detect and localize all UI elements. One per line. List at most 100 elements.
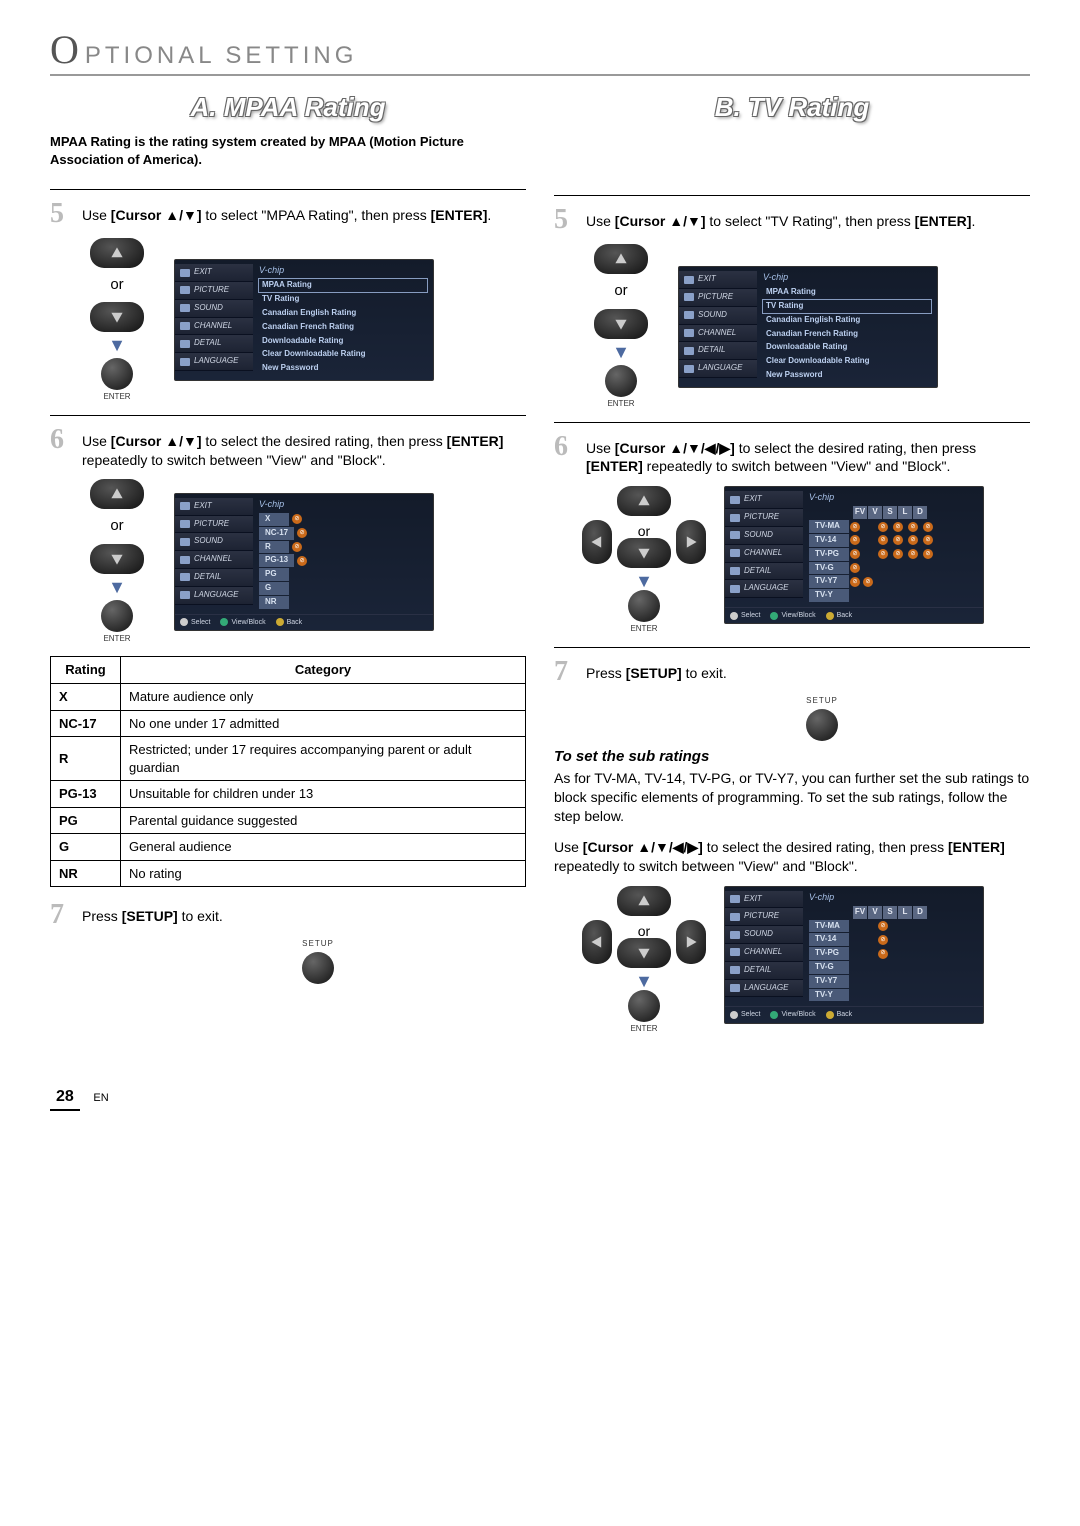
col-header: L <box>898 506 912 519</box>
t: to select "TV Rating", then press <box>706 213 915 229</box>
block-icon: ⊘ <box>878 935 888 945</box>
t: Use <box>586 213 615 229</box>
sidebar-item: CHANNEL <box>725 545 803 563</box>
sidebar-item: EXIT <box>175 264 253 282</box>
page-lang: EN <box>93 1092 108 1104</box>
enter-button[interactable] <box>101 358 133 390</box>
step-number: 5 <box>554 206 578 234</box>
menu-icon <box>180 322 190 330</box>
or-label: or <box>110 516 123 536</box>
menu-icon <box>730 948 740 956</box>
menu-icon <box>180 556 190 564</box>
sidebar-item: CHANNEL <box>725 944 803 962</box>
rating-row: TV-G <box>809 961 977 974</box>
t: Press <box>82 908 122 924</box>
enter-button[interactable] <box>628 990 660 1022</box>
sidebar-item: SOUND <box>679 307 757 325</box>
block-icon: ⊘ <box>850 563 860 573</box>
rating-category: Parental guidance suggested <box>121 807 526 834</box>
cursor-down-button[interactable] <box>90 302 144 332</box>
menu-icon <box>180 502 190 510</box>
menu-option: MPAA Rating <box>763 286 931 299</box>
cursor-down-button[interactable] <box>594 309 648 339</box>
menu-icon <box>730 913 740 921</box>
block-icon: ⊘ <box>297 528 307 538</box>
sidebar-item: SOUND <box>175 300 253 318</box>
menu-icon <box>730 531 740 539</box>
remote-up-down: or ▼ ENTER <box>90 479 144 644</box>
select-dot-icon <box>730 612 738 620</box>
step-number: 7 <box>554 658 578 686</box>
cursor-right-button[interactable] <box>676 520 706 564</box>
block-icon: ⊘ <box>908 535 918 545</box>
cursor-up-button[interactable] <box>617 486 671 516</box>
step-number: 5 <box>50 200 74 228</box>
t: to exit. <box>682 665 727 681</box>
section-a-title: A. MPAA Rating <box>50 90 526 125</box>
enter-label: ENTER <box>103 392 130 403</box>
block-icon: ⊘ <box>850 535 860 545</box>
t: to select "MPAA Rating", then press <box>202 207 431 223</box>
t: repeatedly to switch between "View" and … <box>82 452 386 468</box>
menu-option: Canadian French Rating <box>259 321 427 334</box>
setup-key: [SETUP] <box>122 908 178 924</box>
menu-icon <box>180 286 190 294</box>
block-icon: ⊘ <box>878 535 888 545</box>
menu-option: TV Rating <box>259 293 427 306</box>
menu-title: V-chip <box>809 891 977 903</box>
menu-icon <box>180 591 190 599</box>
step-number: 7 <box>50 901 74 929</box>
menu-option: Canadian English Rating <box>259 307 427 320</box>
rating-category: Unsuitable for children under 13 <box>121 781 526 808</box>
col-header: V <box>868 906 882 919</box>
remote-up-down: or ▼ ENTER <box>90 238 144 403</box>
cursor-left-button[interactable] <box>582 520 612 564</box>
step-number: 6 <box>50 426 74 454</box>
block-icon: ⊘ <box>292 514 302 524</box>
menu-icon <box>180 520 190 528</box>
rating-row: TV-PG⊘ <box>809 947 977 960</box>
sidebar-item: EXIT <box>725 891 803 909</box>
block-icon: ⊘ <box>893 535 903 545</box>
enter-button[interactable] <box>605 365 637 397</box>
enter-button[interactable] <box>101 600 133 632</box>
setup-button[interactable] <box>302 952 334 984</box>
cursor-left-button[interactable] <box>582 920 612 964</box>
foot-viewblock: View/Block <box>781 611 815 620</box>
rating-code: NC-17 <box>51 710 121 737</box>
cursor-up-button[interactable] <box>90 238 144 268</box>
right-step-5: 5 Use [Cursor ▲/▼] to select "TV Rating"… <box>554 206 1030 234</box>
cursor-up-button[interactable] <box>90 479 144 509</box>
left-step-5: 5 Use [Cursor ▲/▼] to select "MPAA Ratin… <box>50 200 526 228</box>
menu-icon <box>684 365 694 373</box>
view-dot-icon <box>220 618 228 626</box>
setup-button[interactable] <box>806 709 838 741</box>
cursor-down-button[interactable] <box>617 938 671 968</box>
enter-button[interactable] <box>628 590 660 622</box>
cursor-down-button[interactable] <box>617 538 671 568</box>
cursor-right-button[interactable] <box>676 920 706 964</box>
rating-code: G <box>51 834 121 861</box>
foot-select: Select <box>741 1010 760 1019</box>
remote-four-way: or <box>594 486 694 586</box>
rating-row: G <box>259 582 427 595</box>
menu-title: V-chip <box>809 491 977 503</box>
cursor-up-button[interactable] <box>617 886 671 916</box>
menu-icon <box>180 538 190 546</box>
menu-icon <box>730 514 740 522</box>
back-dot-icon <box>826 612 834 620</box>
block-icon: ⊘ <box>878 549 888 559</box>
rating-row: TV-G⊘ <box>809 562 977 575</box>
cursor-down-button[interactable] <box>90 544 144 574</box>
enter-label: ENTER <box>607 399 634 410</box>
t: . <box>487 207 491 223</box>
cursor-up-button[interactable] <box>594 244 648 274</box>
page-header: O PTIONAL SETTING <box>50 30 1030 76</box>
foot-back: Back <box>837 611 853 620</box>
enter-key: [ENTER] <box>915 213 972 229</box>
t: repeatedly to switch between "View" and … <box>643 458 951 474</box>
step-number: 6 <box>554 433 578 461</box>
rating-row: X⊘ <box>259 513 427 526</box>
view-dot-icon <box>770 612 778 620</box>
col-header: L <box>898 906 912 919</box>
